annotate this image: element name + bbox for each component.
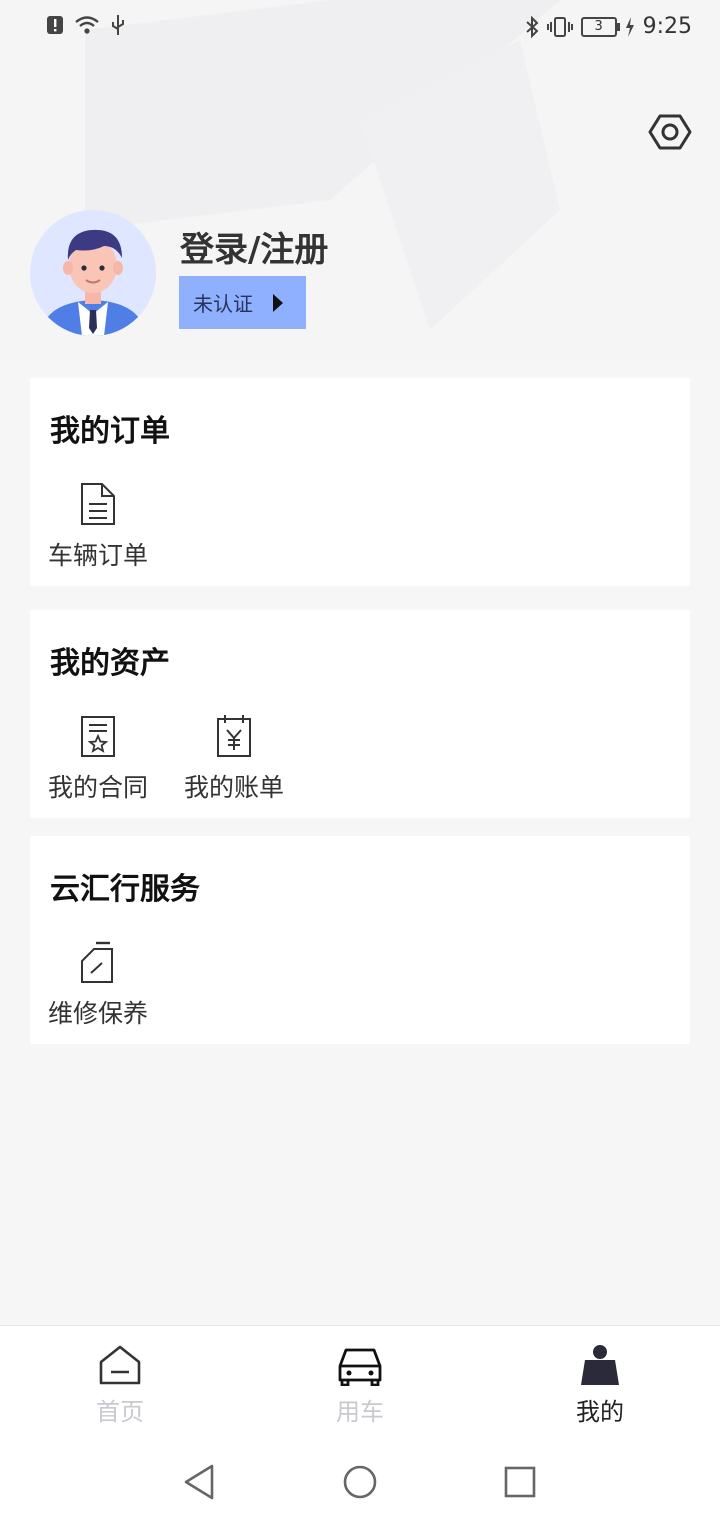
assets-section-title: 我的资产: [50, 646, 170, 681]
services-card: 云汇行服务 维修保养: [30, 836, 690, 1044]
verification-status-label: 未认证: [193, 292, 253, 316]
tab-car[interactable]: 用车: [240, 1326, 480, 1441]
my-contracts-item[interactable]: 我的合同: [38, 714, 158, 804]
home-circle-icon[interactable]: [338, 1460, 382, 1504]
avatar[interactable]: [30, 210, 156, 336]
tab-home[interactable]: 首页: [0, 1326, 240, 1441]
home-icon: [99, 1345, 141, 1385]
maintenance-label: 维修保养: [47, 999, 148, 1028]
vehicle-orders-item[interactable]: 车辆订单: [38, 482, 158, 572]
avatar-illustration: [30, 210, 156, 336]
login-register-link[interactable]: 登录/注册: [180, 222, 328, 271]
car-icon: [338, 1348, 382, 1386]
my-contracts-label: 我的合同: [47, 773, 148, 802]
tab-car-label: 用车: [336, 1398, 384, 1426]
vibrate-icon: [546, 16, 573, 37]
my-bills-label: 我的账单: [183, 773, 284, 802]
battery-icon: 3: [580, 16, 620, 37]
maintenance-item[interactable]: 维修保养: [38, 940, 158, 1030]
contract-star-icon: [81, 716, 115, 757]
my-bills-item[interactable]: 我的账单: [174, 714, 294, 804]
profile-icon: [581, 1345, 619, 1385]
recents-square-icon[interactable]: [498, 1460, 542, 1504]
back-icon[interactable]: [178, 1460, 222, 1504]
document-icon: [81, 483, 115, 525]
caret-right-icon: [273, 293, 283, 312]
orders-section-title: 我的订单: [50, 414, 170, 449]
bottom-tab-bar: 首页 用车 我的: [0, 1325, 720, 1441]
status-bar: 3 9:25: [0, 0, 720, 56]
vehicle-orders-label: 车辆订单: [47, 541, 148, 570]
maintenance-oil-icon: [81, 941, 113, 983]
alert-icon: [47, 16, 63, 34]
usb-icon: [112, 15, 124, 35]
tab-profile-label: 我的: [576, 1398, 624, 1426]
orders-card: 我的订单 车辆订单: [30, 378, 690, 586]
system-navigation-bar: [0, 1440, 720, 1520]
battery-level: 3: [594, 18, 603, 34]
bluetooth-icon: [525, 15, 539, 38]
status-time: 9:25: [642, 14, 692, 39]
settings-hexagon-icon[interactable]: [648, 110, 692, 154]
verification-status-button[interactable]: 未认证: [179, 276, 306, 329]
assets-card: 我的资产 我的合同 我的账单: [30, 610, 690, 818]
tab-home-label: 首页: [96, 1398, 144, 1426]
tab-profile[interactable]: 我的: [480, 1326, 720, 1441]
wifi-icon: [75, 16, 99, 34]
bill-yen-icon: [217, 715, 251, 757]
charging-icon: [625, 16, 634, 37]
services-section-title: 云汇行服务: [50, 872, 200, 907]
